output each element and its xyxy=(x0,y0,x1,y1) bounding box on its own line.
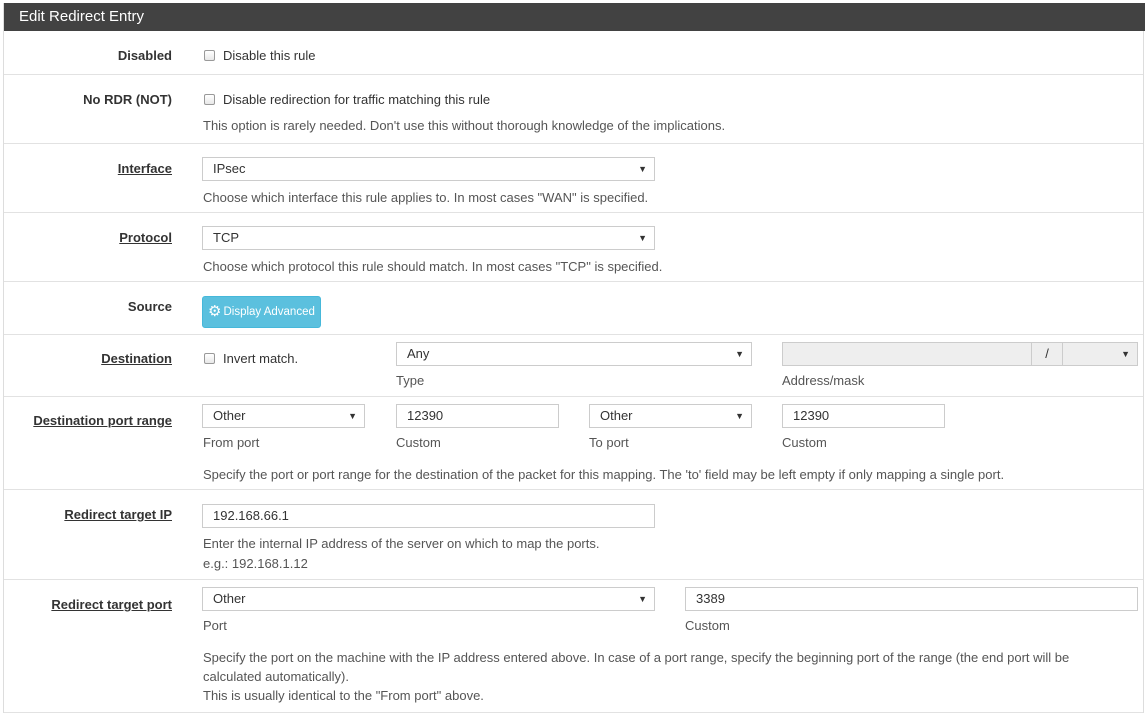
from-port-select[interactable]: Other ▼ xyxy=(202,404,365,428)
protocol-label[interactable]: Protocol xyxy=(119,230,172,245)
row-redirect-ip: Redirect target IP 192.168.66.1 Enter th… xyxy=(4,490,1143,580)
chevron-down-icon: ▼ xyxy=(735,411,744,421)
from-port-caption: From port xyxy=(203,435,260,450)
row-nordr: No RDR (NOT) Disable redirection for tra… xyxy=(4,75,1143,144)
to-port-caption: To port xyxy=(589,435,629,450)
invert-match-checkbox[interactable] xyxy=(204,353,215,364)
row-destination: Destination Invert match. Any ▼ Type / ▼… xyxy=(4,335,1143,397)
chevron-down-icon: ▼ xyxy=(638,164,647,174)
nordr-checkbox[interactable] xyxy=(204,94,215,105)
from-port-custom-input[interactable]: 12390 xyxy=(396,404,559,428)
redirect-ip-help: Enter the internal IP address of the ser… xyxy=(203,536,600,551)
mask-separator: / xyxy=(1031,342,1063,366)
display-advanced-button[interactable]: ⚙ Display Advanced xyxy=(202,296,321,328)
nordr-help: This option is rarely needed. Don't use … xyxy=(203,118,726,133)
row-source: Source ⚙ Display Advanced xyxy=(4,282,1143,335)
to-port-select[interactable]: Other ▼ xyxy=(589,404,752,428)
protocol-select-value: TCP xyxy=(213,230,239,245)
redirect-port-help: Specify the port on the machine with the… xyxy=(203,650,1070,665)
dest-port-range-label[interactable]: Destination port range xyxy=(33,413,172,428)
source-label: Source xyxy=(127,299,172,314)
chevron-down-icon: ▼ xyxy=(735,349,744,359)
row-interface: Interface IPsec ▼ Choose which interface… xyxy=(4,144,1143,213)
redirect-port-custom-input[interactable]: 3389 xyxy=(685,587,1138,611)
nordr-label: No RDR (NOT) xyxy=(83,92,172,107)
chevron-down-icon: ▼ xyxy=(638,594,647,604)
redirect-port-help-note: This is usually identical to the "From p… xyxy=(203,688,484,703)
destination-type-caption: Type xyxy=(396,373,425,388)
nordr-checkbox-label[interactable]: Disable redirection for traffic matching… xyxy=(223,92,490,107)
from-custom-caption: Custom xyxy=(396,435,441,450)
row-protocol: Protocol TCP ▼ Choose which protocol thi… xyxy=(4,213,1143,282)
redirect-port-select[interactable]: Other ▼ xyxy=(202,587,655,611)
interface-label[interactable]: Interface xyxy=(118,161,172,176)
invert-match-label[interactable]: Invert match. xyxy=(223,351,298,366)
panel-title: Edit Redirect Entry xyxy=(4,3,1145,31)
redirect-ip-example: e.g.: 192.168.1.12 xyxy=(203,556,308,571)
to-port-custom-input[interactable]: 12390 xyxy=(782,404,945,428)
row-disabled: Disabled Disable this rule xyxy=(4,31,1143,75)
interface-select[interactable]: IPsec ▼ xyxy=(202,157,655,181)
chevron-down-icon: ▼ xyxy=(638,233,647,243)
destination-address-input xyxy=(782,342,1032,366)
disable-rule-checkbox[interactable] xyxy=(204,50,215,61)
edit-redirect-panel: Edit Redirect Entry Disabled Disable thi… xyxy=(3,3,1145,713)
disable-rule-checkbox-label[interactable]: Disable this rule xyxy=(223,48,316,63)
row-dest-port-range: Destination port range Other ▼ From port… xyxy=(4,397,1143,490)
chevron-down-icon: ▼ xyxy=(348,411,357,421)
redirect-port-caption: Port xyxy=(203,618,227,633)
interface-select-value: IPsec xyxy=(213,161,246,176)
gear-icon: ⚙ xyxy=(208,303,222,320)
redirect-ip-label[interactable]: Redirect target IP xyxy=(64,507,172,522)
redirect-port-help-cont: calculated automatically). xyxy=(203,669,349,684)
destination-mask-select: ▼ xyxy=(1062,342,1138,366)
destination-type-select[interactable]: Any ▼ xyxy=(396,342,752,366)
row-redirect-port: Redirect target port Other ▼ Port 3389 C… xyxy=(4,580,1143,713)
disabled-label: Disabled xyxy=(117,48,172,63)
redirect-port-label[interactable]: Redirect target port xyxy=(51,597,172,612)
to-custom-caption: Custom xyxy=(782,435,827,450)
redirect-port-custom-caption: Custom xyxy=(685,618,730,633)
dest-port-range-help: Specify the port or port range for the d… xyxy=(203,467,1005,482)
chevron-down-icon: ▼ xyxy=(1121,349,1130,359)
redirect-ip-input[interactable]: 192.168.66.1 xyxy=(202,504,655,528)
interface-help: Choose which interface this rule applies… xyxy=(203,190,649,205)
destination-label[interactable]: Destination xyxy=(101,351,172,366)
protocol-help: Choose which protocol this rule should m… xyxy=(203,259,663,274)
display-advanced-label: Display Advanced xyxy=(223,306,315,318)
protocol-select[interactable]: TCP ▼ xyxy=(202,226,655,250)
destination-address-caption: Address/mask xyxy=(782,373,865,388)
destination-type-value: Any xyxy=(407,346,430,361)
